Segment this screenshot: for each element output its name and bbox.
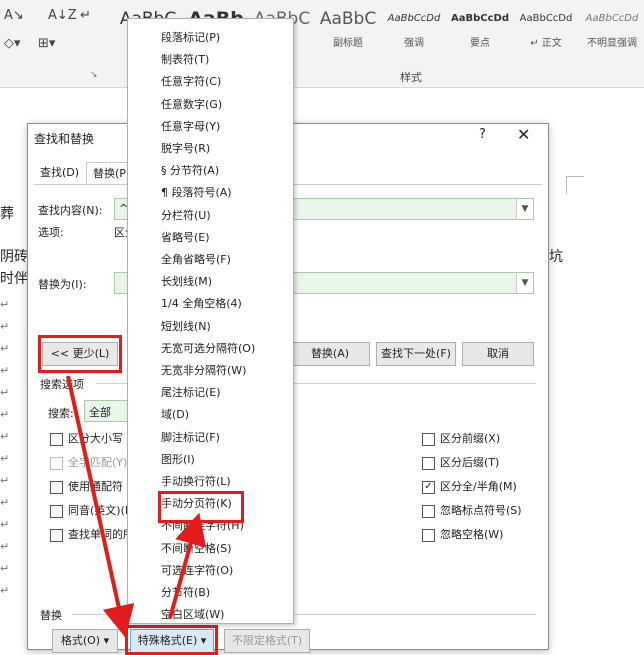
arrow-to-special-button [66, 375, 135, 638]
arrow-to-page-break-item [168, 512, 207, 619]
annotation-arrows [66, 375, 207, 638]
